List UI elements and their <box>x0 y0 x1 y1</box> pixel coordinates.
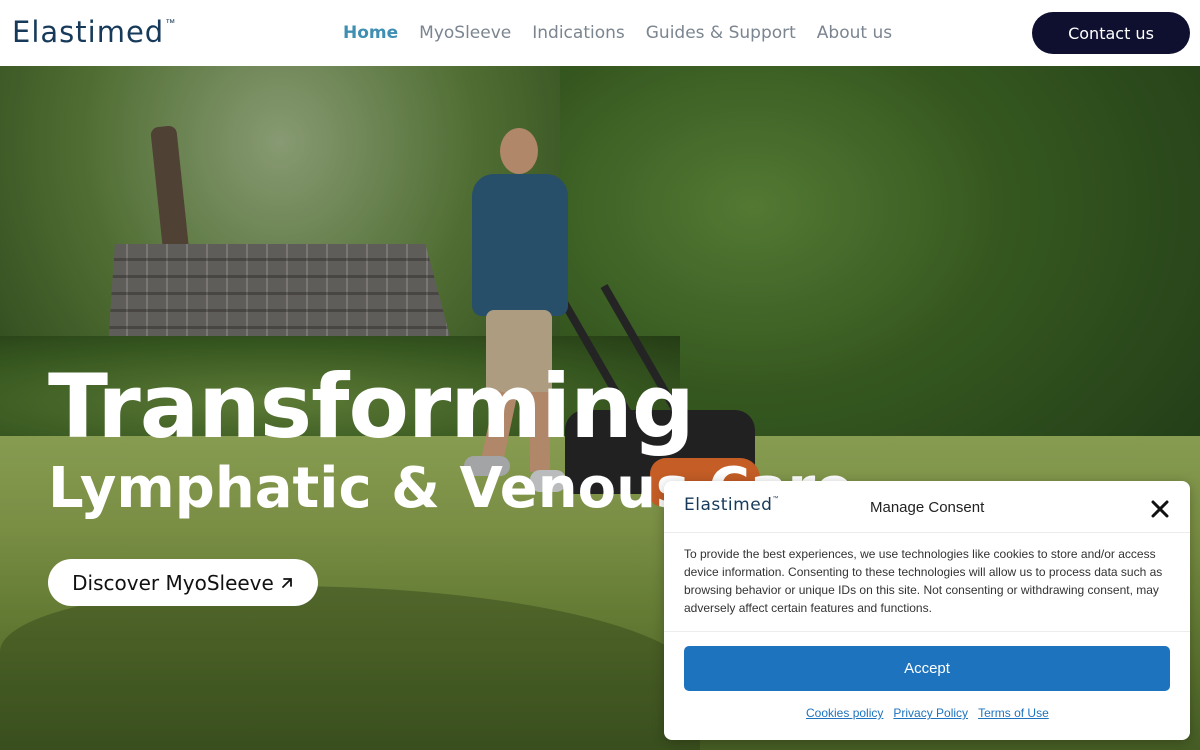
cookies-policy-link[interactable]: Cookies policy <box>806 706 883 720</box>
consent-description: To provide the best experiences, we use … <box>684 547 1163 615</box>
accept-button[interactable]: Accept <box>684 646 1170 691</box>
close-icon[interactable] <box>1148 497 1172 521</box>
cookie-consent-dialog: Elastimed ™ Manage Consent To provide th… <box>664 481 1190 740</box>
logo-text: Elastimed <box>12 15 165 49</box>
consent-title: Manage Consent <box>870 499 985 516</box>
nav-item-indications[interactable]: Indications <box>532 20 625 46</box>
main-nav: Home MyoSleeve Indications Guides & Supp… <box>343 20 913 46</box>
consent-logo-text: Elastimed <box>684 495 773 515</box>
logo[interactable]: Elastimed ™ <box>12 16 175 50</box>
consent-links: Cookies policy Privacy Policy Terms of U… <box>806 706 1049 720</box>
privacy-policy-link[interactable]: Privacy Policy <box>893 706 968 720</box>
logo-trademark: ™ <box>165 18 176 29</box>
consent-logo: Elastimed ™ <box>684 495 778 515</box>
consent-logo-trademark: ™ <box>772 496 779 502</box>
nav-item-about-us[interactable]: About us <box>817 20 892 46</box>
consent-header: Elastimed ™ Manage Consent <box>664 481 1190 533</box>
discover-button-label: Discover MyoSleeve <box>72 570 274 595</box>
site-header: Elastimed ™ Home MyoSleeve Indications G… <box>0 0 1200 66</box>
nav-item-myosleeve[interactable]: MyoSleeve <box>419 20 511 46</box>
hero-title: Transforming <box>48 355 695 458</box>
consent-divider <box>664 631 1190 632</box>
discover-myosleeve-button[interactable]: Discover MyoSleeve <box>48 559 318 606</box>
nav-item-home[interactable]: Home <box>343 20 398 46</box>
nav-item-guides-support[interactable]: Guides & Support <box>646 20 796 46</box>
contact-us-button[interactable]: Contact us <box>1032 12 1190 54</box>
arrow-up-right-icon <box>281 577 292 588</box>
terms-of-use-link[interactable]: Terms of Use <box>978 706 1049 720</box>
